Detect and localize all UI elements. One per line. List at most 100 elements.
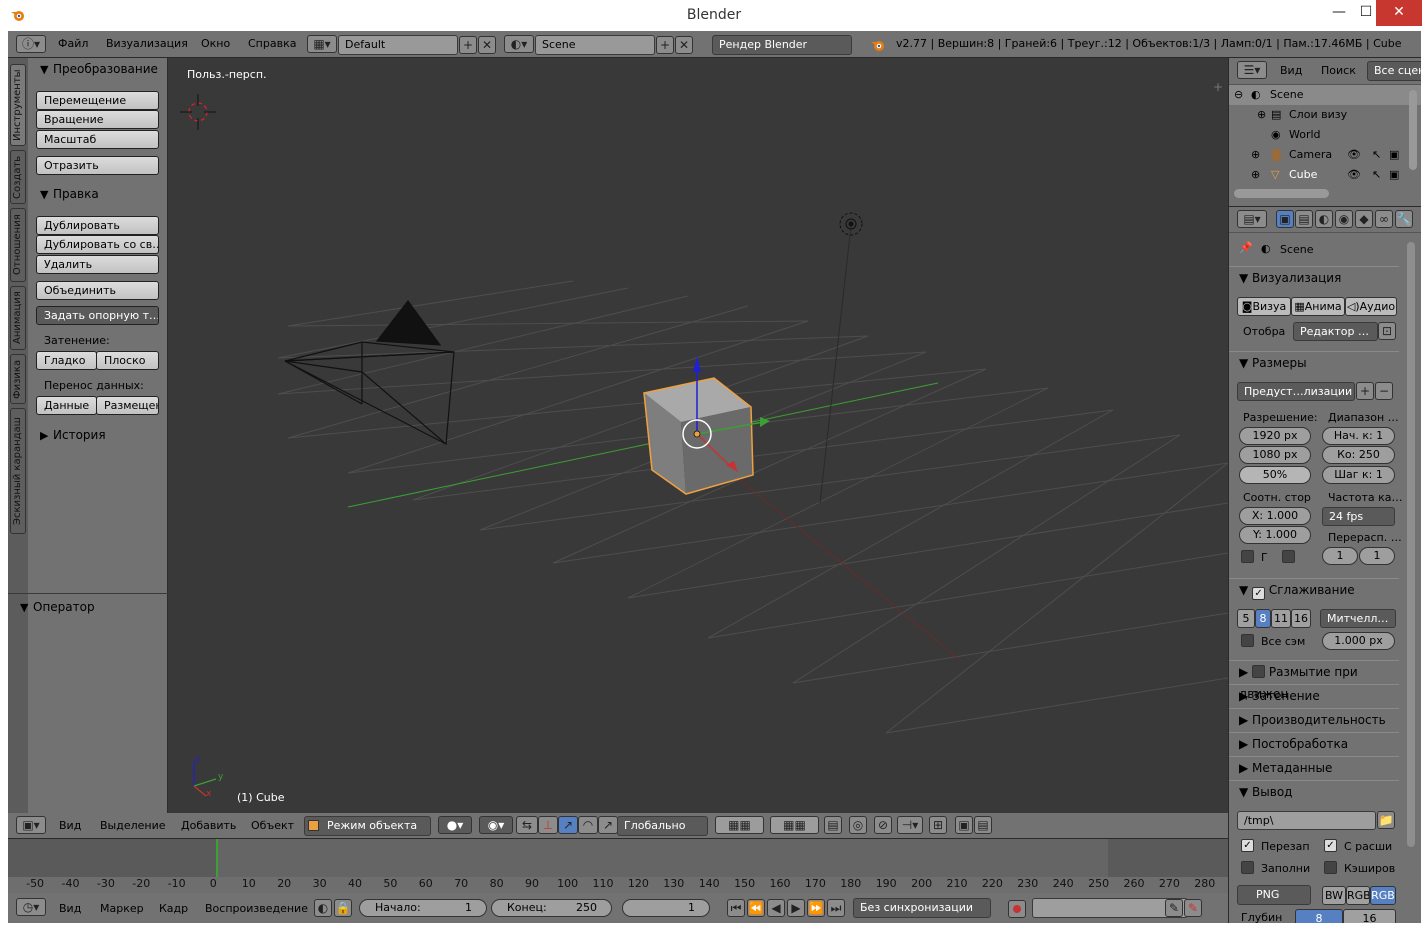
- frame-start-field[interactable]: Начало: 1: [359, 899, 487, 917]
- render-animation-button[interactable]: ▦Анима: [1291, 297, 1345, 316]
- render-context-icon[interactable]: ▣: [1276, 210, 1294, 228]
- frame-step-field[interactable]: Шаг к: 1: [1322, 466, 1395, 484]
- play-icon[interactable]: ▶: [787, 899, 805, 917]
- resolution-y-field[interactable]: 1080 px: [1239, 446, 1311, 464]
- shading-panel-header[interactable]: ▶ Затенение: [1229, 684, 1399, 706]
- scene-add-icon[interactable]: +: [656, 36, 674, 54]
- timeline-menu-playback[interactable]: Воспроизведение: [205, 902, 308, 915]
- manipulator-toggle-icon[interactable]: ⇆: [516, 816, 538, 834]
- constraints-context-icon[interactable]: ∞: [1375, 210, 1393, 228]
- lock-range-icon[interactable]: 🔒: [334, 899, 352, 917]
- history-panel-title[interactable]: История: [53, 428, 106, 442]
- duplicate-linked-button[interactable]: Дублировать со св…: [36, 235, 159, 254]
- camera-visibility-eye-icon[interactable]: 👁: [1347, 148, 1361, 161]
- menu-render[interactable]: Визуализация: [106, 37, 188, 50]
- output-path-field[interactable]: /tmp\: [1237, 811, 1376, 830]
- view3d-menu-object[interactable]: Объект: [251, 819, 294, 832]
- layer-buttons-left[interactable]: ▦▦: [715, 816, 764, 834]
- post-processing-panel-header[interactable]: ▶ Постобработка: [1229, 732, 1399, 754]
- edit-collapse-icon[interactable]: ▼: [40, 188, 48, 201]
- cube-select-arrow-icon[interactable]: ↖: [1372, 168, 1381, 181]
- opengl-render-icon[interactable]: ▣: [955, 816, 973, 834]
- frame-end-prop-field[interactable]: Ко: 250: [1322, 446, 1395, 464]
- motion-blur-checkbox[interactable]: [1252, 665, 1266, 678]
- view3d-menu-add[interactable]: Добавить: [181, 819, 236, 832]
- timeline-menu-view[interactable]: Вид: [59, 902, 81, 915]
- lock-camera-icon[interactable]: ▤: [824, 816, 842, 834]
- data-transfer-button[interactable]: Данные: [36, 396, 97, 415]
- aspect-y-field[interactable]: Y: 1.000: [1239, 526, 1311, 544]
- output-panel-header[interactable]: ▼ Вывод: [1229, 780, 1399, 802]
- keying-remove-icon[interactable]: ✎: [1184, 899, 1202, 917]
- transform-orientation-select[interactable]: Глобально: [617, 816, 708, 836]
- operator-collapse-icon[interactable]: ▼: [20, 601, 28, 614]
- motion-blur-panel-header[interactable]: ▶ Размытие при движен: [1229, 660, 1399, 701]
- outliner-horizontal-scrollbar[interactable]: [1234, 189, 1329, 198]
- remap-new-field[interactable]: 1: [1359, 547, 1395, 565]
- timeline-area[interactable]: [8, 839, 1228, 877]
- file-extensions-checkbox[interactable]: ✓: [1324, 839, 1337, 852]
- outliner-expand-camera-icon[interactable]: ⊕: [1251, 148, 1260, 161]
- edit-panel-title[interactable]: Правка: [53, 187, 99, 201]
- preset-add-icon[interactable]: +: [1356, 382, 1374, 400]
- transform-collapse-icon[interactable]: ▼: [40, 63, 48, 76]
- render-audio-button[interactable]: ◁)Аудио: [1345, 297, 1397, 316]
- history-expand-icon[interactable]: ▶: [40, 429, 48, 442]
- metadata-panel-header[interactable]: ▶ Метаданные: [1229, 756, 1399, 778]
- menu-file[interactable]: Файл: [58, 37, 88, 50]
- outliner-expand-cube-icon[interactable]: ⊕: [1251, 168, 1260, 181]
- preview-range-icon[interactable]: ◐: [314, 899, 332, 917]
- proportional-edit-icon[interactable]: ◎: [849, 816, 867, 834]
- rotate-manipulator-icon[interactable]: ↗: [558, 816, 578, 834]
- aa-filter-select[interactable]: Митчелл…: [1320, 609, 1396, 628]
- scene-context-icon[interactable]: ◐: [1315, 210, 1333, 228]
- record-icon[interactable]: [1008, 900, 1026, 918]
- layout-name-field[interactable]: Default: [338, 35, 458, 55]
- frame-rate-select[interactable]: 24 fps: [1322, 507, 1395, 526]
- layer-buttons-right[interactable]: ▦▦: [770, 816, 819, 834]
- menu-window[interactable]: Окно: [201, 37, 230, 50]
- minimize-button[interactable]: —: [1325, 0, 1353, 26]
- jump-start-icon[interactable]: ⏮: [727, 899, 745, 917]
- file-format-select[interactable]: PNG: [1237, 885, 1311, 905]
- menu-help[interactable]: Справка: [248, 37, 296, 50]
- world-context-icon[interactable]: ◉: [1335, 210, 1353, 228]
- tab-create[interactable]: Создать: [10, 150, 26, 204]
- aspect-x-field[interactable]: X: 1.000: [1239, 507, 1311, 525]
- view3d-menu-view[interactable]: Вид: [59, 819, 81, 832]
- filter-size-field[interactable]: 1.000 px: [1322, 632, 1395, 650]
- jump-keyframe-forward-icon[interactable]: ⏩: [807, 899, 825, 917]
- frame-start-prop-field[interactable]: Нач. к: 1: [1322, 427, 1395, 445]
- render-layers-context-icon[interactable]: ▤: [1295, 210, 1313, 228]
- outliner-row-render-layers[interactable]: ⊕ ▤ Слои визу: [1229, 105, 1421, 125]
- camera-render-icon[interactable]: ▣: [1389, 148, 1399, 161]
- tab-physics[interactable]: Физика: [10, 354, 26, 404]
- tab-grease-pencil[interactable]: Эскизный карандаш: [10, 408, 26, 534]
- viewport-shading-select[interactable]: ●▾: [438, 816, 472, 834]
- object-context-icon[interactable]: ◆: [1355, 210, 1373, 228]
- layout-add-icon[interactable]: +: [459, 36, 477, 54]
- snap-target-icon[interactable]: ⊞: [929, 816, 947, 834]
- outliner-expand-layers-icon[interactable]: ⊕: [1257, 108, 1266, 121]
- properties-editor-type-button[interactable]: ▤▾: [1237, 210, 1267, 228]
- preset-remove-icon[interactable]: −: [1375, 382, 1393, 400]
- properties-scrollbar[interactable]: [1407, 242, 1415, 847]
- join-button[interactable]: Объединить: [36, 281, 159, 300]
- aa-samples-16[interactable]: 16: [1291, 609, 1311, 628]
- outliner-display-select[interactable]: Все сцен: [1367, 61, 1421, 81]
- depth-16-button[interactable]: 16: [1343, 909, 1396, 923]
- keying-add-icon[interactable]: ✎: [1165, 899, 1183, 917]
- mode-select[interactable]: Режим объекта: [304, 816, 431, 836]
- cube-visibility-eye-icon[interactable]: 👁: [1347, 168, 1361, 181]
- scale-manipulator-icon[interactable]: ◠: [578, 816, 598, 834]
- performance-panel-header[interactable]: ▶ Производительность: [1229, 708, 1399, 730]
- color-bw-button[interactable]: BW: [1322, 886, 1346, 905]
- timeline-menu-marker[interactable]: Маркер: [100, 902, 144, 915]
- cube-render-icon[interactable]: ▣: [1389, 168, 1399, 181]
- scene-remove-icon[interactable]: ✕: [675, 36, 693, 54]
- aa-samples-5[interactable]: 5: [1237, 609, 1255, 628]
- render-engine-select[interactable]: Рендер Blender: [712, 35, 852, 55]
- scale-button[interactable]: Масштаб: [36, 130, 159, 149]
- frame-end-field[interactable]: Конец: 250: [491, 899, 612, 917]
- outliner-row-scene[interactable]: ⊖ ◐ Scene: [1229, 85, 1421, 105]
